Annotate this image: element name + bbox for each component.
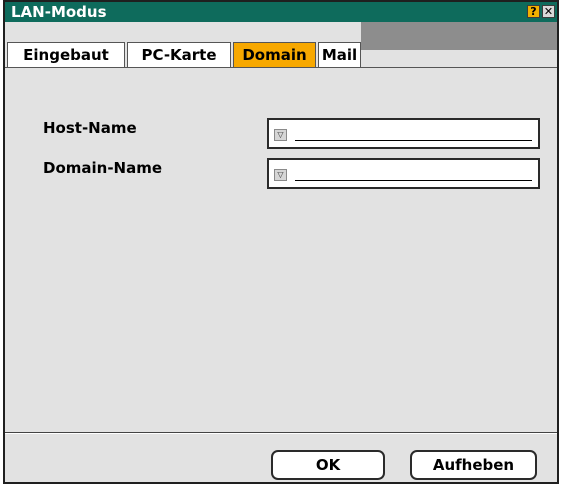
- ok-button[interactable]: OK: [271, 450, 385, 480]
- host-name-input[interactable]: ▽: [267, 118, 540, 149]
- dialog-title: LAN-Modus: [11, 3, 107, 21]
- help-button[interactable]: ?: [527, 5, 540, 18]
- tab-divider: [5, 67, 557, 68]
- dropdown-icon[interactable]: ▽: [274, 169, 287, 181]
- tab-domain[interactable]: Domain: [233, 42, 316, 67]
- tab-strip: Eingebaut PC-Karte Domain Mail: [5, 22, 557, 72]
- domain-name-label: Domain-Name: [43, 159, 163, 177]
- cancel-button[interactable]: Aufheben: [410, 450, 537, 480]
- tab-pc-karte[interactable]: PC-Karte: [127, 42, 231, 67]
- tab-eingebaut[interactable]: Eingebaut: [7, 42, 125, 67]
- input-underline: [295, 140, 532, 141]
- tab-mail[interactable]: Mail: [318, 42, 361, 67]
- domain-name-input[interactable]: ▽: [267, 158, 540, 189]
- lan-mode-dialog: LAN-Modus ? ✕ Eingebaut PC-Karte Domain …: [3, 0, 559, 484]
- input-underline: [295, 180, 532, 181]
- close-button[interactable]: ✕: [542, 5, 555, 18]
- host-name-label: Host-Name: [43, 119, 137, 137]
- title-bar: LAN-Modus ? ✕: [5, 2, 557, 22]
- tab-strip-background: [361, 22, 557, 50]
- dropdown-icon[interactable]: ▽: [274, 129, 287, 141]
- footer-divider-highlight: [5, 433, 557, 434]
